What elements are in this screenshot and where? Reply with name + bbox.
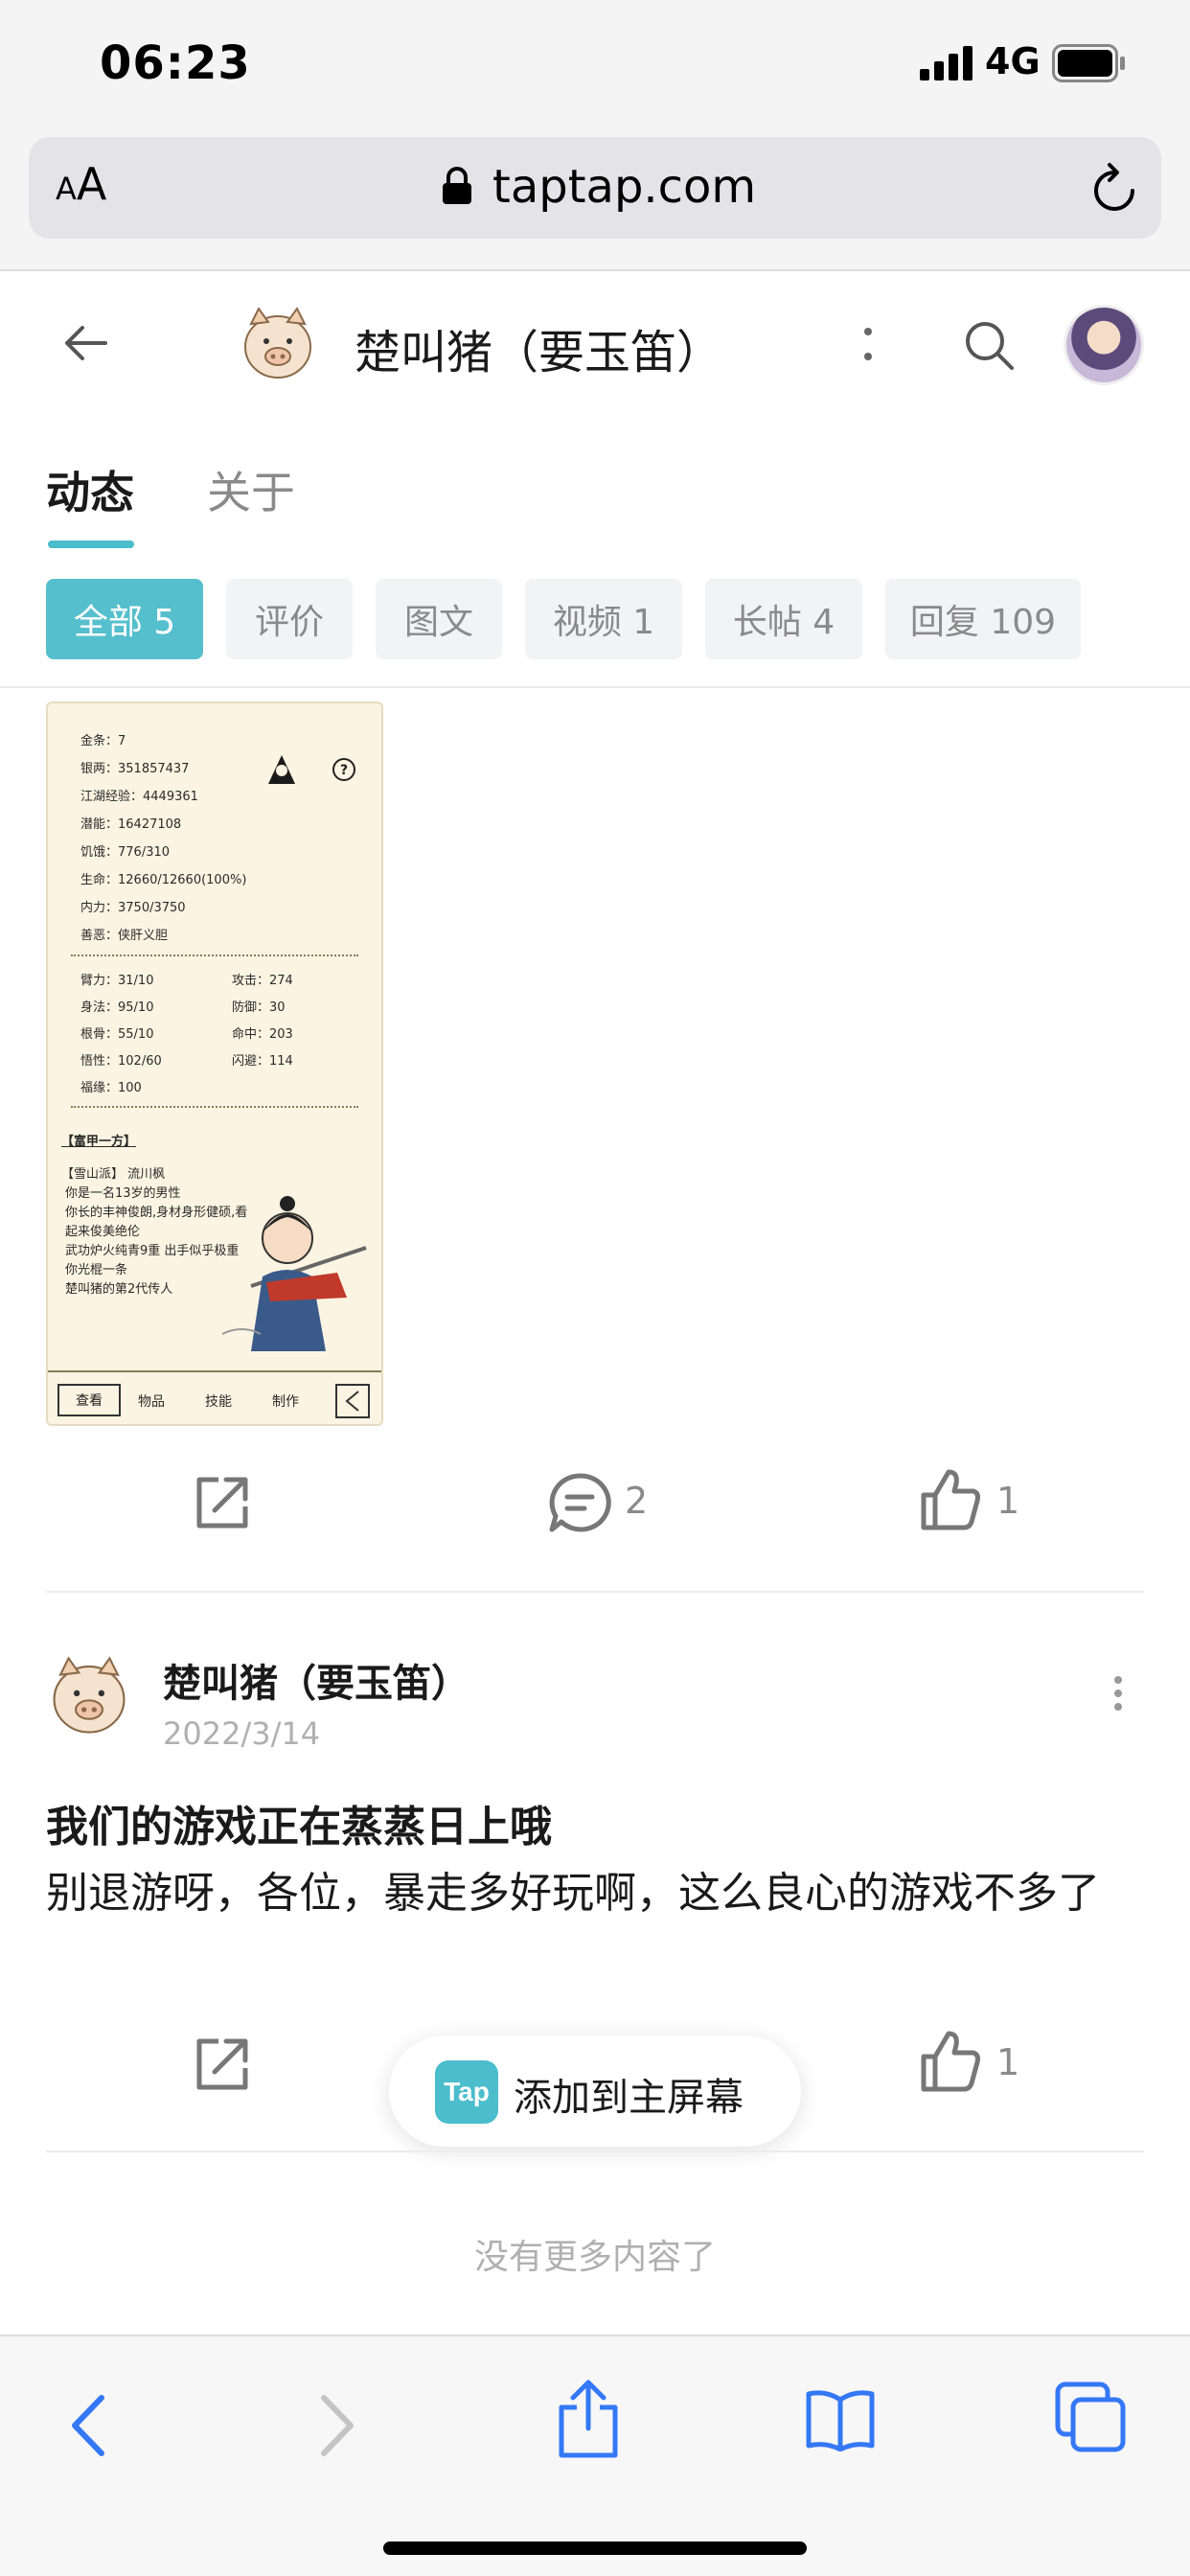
- image-tab-view: 查看: [57, 1384, 121, 1416]
- tab-about[interactable]: 关于: [207, 458, 295, 521]
- like-count: 1: [996, 2041, 1020, 2083]
- status-bar: 06:23 4G: [0, 0, 1190, 129]
- active-tab-indicator: [48, 540, 134, 548]
- image-tab-items: 物品: [138, 1394, 165, 1410]
- user-avatar[interactable]: [1064, 305, 1144, 385]
- address-bar[interactable]: AA taptap.com: [29, 137, 1161, 239]
- post-author[interactable]: 楚叫猪（要玉笛）: [163, 1652, 469, 1708]
- image-tab-bar: 查看 物品 技能 制作: [48, 1370, 381, 1424]
- help-icon: ?: [332, 758, 355, 781]
- stat-desc: 起来俊美绝伦: [65, 1225, 141, 1239]
- stat-desc: 你是一名13岁的男性: [65, 1186, 181, 1201]
- like-icon[interactable]: [920, 2030, 981, 2093]
- stat-hit: 命中：203: [232, 1027, 293, 1042]
- image-tab-craft: 制作: [272, 1394, 299, 1410]
- stat-arm: 臂力：31/10: [80, 974, 154, 988]
- filter-all[interactable]: 全部 5: [46, 579, 203, 659]
- like-icon[interactable]: [920, 1468, 981, 1531]
- add-to-home-label: 添加到主屏幕: [514, 2076, 744, 2120]
- stat-life: 生命：12660/12660(100%): [80, 873, 247, 887]
- reload-icon[interactable]: [1090, 162, 1140, 216]
- stat-attack: 攻击：274: [232, 974, 293, 988]
- like-count: 1: [996, 1480, 1020, 1522]
- filter-long-posts[interactable]: 长帖 4: [705, 579, 862, 659]
- browser-toolbar: [0, 2334, 1190, 2576]
- more-vertical-icon[interactable]: [1111, 1675, 1125, 1712]
- taptap-logo: Tap: [435, 2060, 498, 2124]
- stat-title: 【富甲一方】: [61, 1135, 137, 1149]
- text-size-button[interactable]: AA: [56, 158, 106, 210]
- stat-dodge: 闪避：114: [232, 1054, 293, 1069]
- back-arrow-icon[interactable]: [61, 322, 109, 364]
- browser-share-icon[interactable]: [556, 2379, 621, 2459]
- home-indicator[interactable]: [383, 2542, 807, 2555]
- comment-icon[interactable]: [548, 1472, 611, 1533]
- character-illustration: [221, 1196, 367, 1351]
- stat-gold: 金条：7: [80, 734, 126, 748]
- stat-sect: 【雪山派】 流川枫: [61, 1167, 166, 1182]
- share-icon[interactable]: [192, 2034, 253, 2095]
- image-back-icon: [335, 1384, 370, 1418]
- browser-forward-icon[interactable]: [316, 2392, 358, 2459]
- divider: [46, 2150, 1144, 2152]
- post-title[interactable]: 我们的游戏正在蒸蒸日上哦: [46, 1792, 552, 1853]
- search-icon[interactable]: [962, 318, 1016, 372]
- image-tab-skills: 技能: [205, 1394, 232, 1410]
- end-of-list-text: 没有更多内容了: [473, 2238, 716, 2277]
- post-body[interactable]: 别退游呀，各位，暴走多好玩啊，这么良心的游戏不多了: [46, 1859, 1148, 1928]
- stat-potential: 潜能：16427108: [80, 817, 182, 832]
- divider: [0, 686, 1190, 688]
- stat-exp: 江湖经验：4449361: [80, 790, 198, 804]
- post-image[interactable]: 金条：7 银两：351857437 江湖经验：4449361 潜能：164271…: [46, 702, 383, 1426]
- filter-reviews[interactable]: 评价: [226, 579, 353, 659]
- lock-icon: [443, 167, 471, 204]
- stat-agility: 身法：95/10: [80, 1000, 154, 1015]
- filter-image-text[interactable]: 图文: [376, 579, 502, 659]
- filter-videos[interactable]: 视频 1: [525, 579, 682, 659]
- hat-figure-icon: [268, 755, 295, 784]
- pig-avatar[interactable]: [46, 1652, 132, 1738]
- stat-desc: 你光棍一条: [65, 1263, 128, 1277]
- battery-icon: [1052, 44, 1125, 82]
- tabs-icon[interactable]: [1054, 2380, 1127, 2453]
- tab-feed[interactable]: 动态: [46, 458, 134, 521]
- bookmarks-icon[interactable]: [805, 2388, 876, 2451]
- browser-address-area: AA taptap.com: [0, 129, 1190, 271]
- stat-mana: 内力：3750/3750: [80, 901, 186, 915]
- stat-wisdom: 悟性：102/60: [80, 1054, 162, 1069]
- image-divider: [71, 954, 358, 956]
- pig-avatar[interactable]: [238, 303, 318, 383]
- post-date: 2022/3/14: [163, 1715, 321, 1752]
- network-label: 4G: [985, 40, 1041, 82]
- profile-name: 楚叫猪（要玉笛）: [355, 326, 723, 380]
- stat-bone: 根骨：55/10: [80, 1027, 154, 1042]
- share-icon[interactable]: [192, 1472, 253, 1533]
- image-divider: [71, 1106, 358, 1108]
- url-text[interactable]: taptap.com: [492, 160, 756, 214]
- stat-desc: 楚叫猪的第2代传人: [65, 1282, 173, 1297]
- divider: [46, 1591, 1144, 1593]
- stat-hunger: 饥饿：776/310: [80, 845, 171, 860]
- signal-icon: [920, 46, 973, 80]
- stat-luck: 福缘：100: [80, 1081, 142, 1095]
- stat-defense: 防御：30: [232, 1000, 286, 1015]
- filter-replies[interactable]: 回复 109: [885, 579, 1081, 659]
- browser-back-icon[interactable]: [67, 2392, 109, 2459]
- stat-silver: 银两：351857437: [80, 762, 190, 776]
- add-to-home-screen-button[interactable]: Tap 添加到主屏幕: [389, 2036, 801, 2147]
- stat-karma: 善恶：侠肝义胆: [80, 929, 169, 943]
- status-time: 06:23: [100, 36, 251, 90]
- comment-count: 2: [625, 1480, 649, 1522]
- svg-text:?: ?: [340, 763, 348, 778]
- more-vertical-icon[interactable]: [862, 326, 874, 364]
